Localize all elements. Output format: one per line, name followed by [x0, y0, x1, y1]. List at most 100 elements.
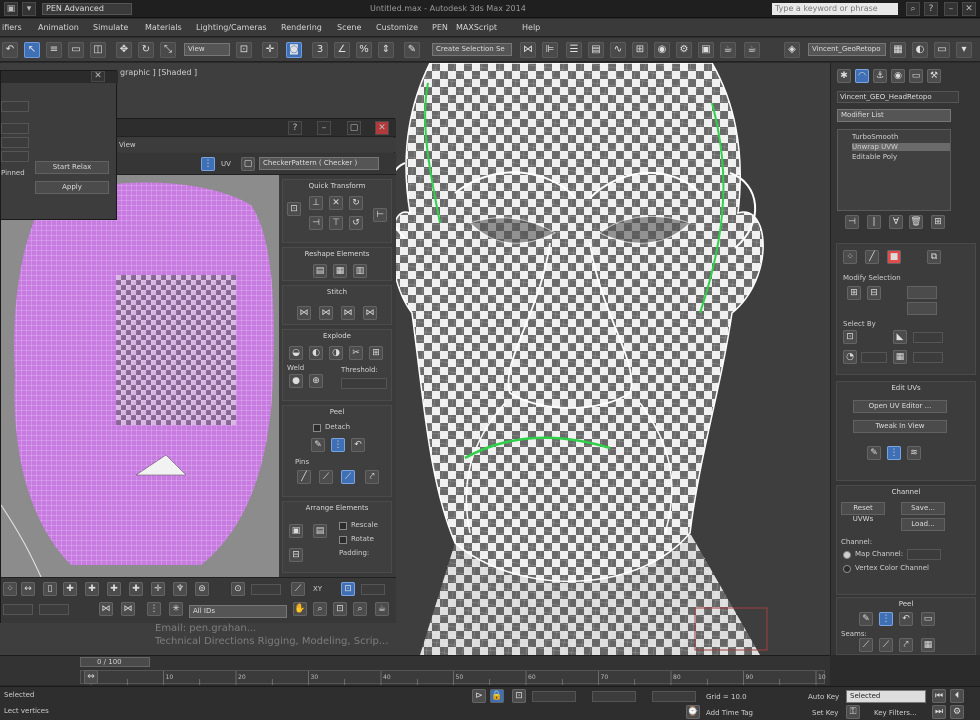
edge-mode-icon[interactable]: ╱ [865, 250, 879, 264]
workspace-dropdown[interactable]: PEN Advanced [42, 3, 132, 15]
window-crossing-icon[interactable]: ◫ [90, 42, 106, 58]
render-icon[interactable]: ☕ [720, 42, 736, 58]
set-key-icon[interactable]: ⚿ [846, 705, 860, 719]
pin-icon[interactable]: ╱ [297, 470, 311, 484]
set-key-button[interactable]: Set Key [812, 709, 838, 717]
container-icon[interactable]: ▦ [890, 42, 906, 58]
material-editor-icon[interactable]: ◉ [654, 42, 670, 58]
create-tab-icon[interactable]: ✱ [837, 69, 851, 83]
layer-manager-icon[interactable]: ☰ [566, 42, 582, 58]
stitch-source-icon[interactable]: ⋈ [297, 306, 311, 320]
keyboard-shortcut-icon[interactable]: ◙ [286, 42, 302, 58]
uv-soft-select-icon[interactable]: ♆ [173, 582, 187, 596]
mirror-icon[interactable]: ⋈ [520, 42, 536, 58]
render-production-icon[interactable]: ☕ [744, 42, 760, 58]
peel-header[interactable]: Peel [837, 598, 975, 610]
stack-item-turbosmooth[interactable]: TurboSmooth [852, 133, 898, 141]
x-coordinate-field[interactable] [532, 691, 576, 702]
vertex-color-radio[interactable] [843, 565, 851, 573]
stitch-target-icon[interactable]: ⋈ [319, 306, 333, 320]
rect-select-icon[interactable]: ▭ [68, 42, 84, 58]
rotate-cw-icon[interactable]: ↻ [349, 196, 363, 210]
stack-item-editable-poly[interactable]: Editable Poly [852, 153, 897, 161]
snap-icon[interactable]: 3 [312, 42, 328, 58]
display-icon[interactable]: ▭ [934, 42, 950, 58]
uv-select-icon[interactable]: ⋮ [147, 602, 161, 616]
peel-header[interactable]: Peel [283, 406, 391, 418]
uv-zoom-region-icon[interactable]: ⊡ [333, 602, 347, 616]
time-config-icon[interactable]: ⚙ [950, 705, 964, 719]
configure-sets-icon[interactable]: ⊞ [931, 215, 945, 229]
stitch-custom-icon[interactable]: ⋈ [363, 306, 377, 320]
flatten-by-smoothing-icon[interactable]: ◐ [309, 346, 323, 360]
edit-uvs-header[interactable]: Edit UVs [837, 382, 975, 394]
space-icon[interactable]: ⊢ [373, 208, 387, 222]
edit-uvs-paint-icon[interactable]: ≋ [907, 446, 921, 460]
search-icon[interactable]: ⌕ [906, 2, 920, 16]
straighten-icon[interactable]: ▤ [313, 264, 327, 278]
key-mode-icon[interactable]: ⏭ [932, 705, 946, 719]
ring-button[interactable] [907, 302, 937, 315]
object-name-input[interactable]: Vincent_GEO_HeadRetopo [837, 91, 959, 103]
uv-face-mode-icon[interactable]: ▯ [43, 582, 57, 596]
uv-u-field[interactable] [3, 604, 33, 615]
uv-ring-icon[interactable]: ✛ [151, 582, 165, 596]
align-y-icon[interactable]: ⊤ [329, 216, 343, 230]
select-by-angle-icon[interactable]: ◣ [893, 330, 907, 344]
channel-header[interactable]: Channel [837, 486, 975, 498]
menu-scene[interactable]: Scene [337, 23, 361, 32]
make-unique-icon[interactable]: ∀ [889, 215, 903, 229]
remove-modifier-icon[interactable]: 🗑 [909, 215, 923, 229]
relax-close-icon[interactable]: ✕ [91, 71, 105, 82]
rotate-ccw-icon[interactable]: ↺ [349, 216, 363, 230]
detach-checkbox[interactable] [313, 424, 321, 432]
select-by-name-icon[interactable]: ≡ [46, 42, 62, 58]
minimize-icon[interactable]: – [944, 2, 958, 16]
align-x-icon[interactable]: ⊣ [309, 216, 323, 230]
open-uv-editor-button[interactable]: Open UV Editor ... [853, 400, 947, 413]
utilities-tab-icon[interactable]: ⚒ [927, 69, 941, 83]
threshold-field[interactable] [341, 378, 387, 389]
plane-field[interactable] [861, 352, 887, 363]
select-overlap-icon[interactable]: ▦ [893, 350, 907, 364]
menu-animation[interactable]: Animation [38, 23, 79, 32]
relax-by-icon[interactable]: ▥ [353, 264, 367, 278]
seam-expand-icon[interactable]: ⤤ [899, 638, 913, 652]
uv-vertex-mode-icon[interactable]: ⁘ [3, 582, 17, 596]
reshape-header[interactable]: Reshape Elements [283, 248, 391, 260]
uv-loop-icon[interactable]: ✚ [129, 582, 143, 596]
pin-stack-icon[interactable]: ⊣ [845, 215, 859, 229]
overlap-field[interactable] [913, 352, 943, 363]
move-icon[interactable]: ✥ [116, 42, 132, 58]
stitch-header[interactable]: Stitch [283, 286, 391, 298]
quick-transform-header[interactable]: Quick Transform [283, 180, 391, 192]
uv-angle-field[interactable] [251, 584, 281, 595]
show-end-result-icon[interactable]: | [867, 215, 881, 229]
uv-absolute-icon[interactable]: ⟋ [291, 582, 305, 596]
menu-help[interactable]: Help [522, 23, 540, 32]
render-setup-icon[interactable]: ⚙ [676, 42, 692, 58]
go-start-icon[interactable]: ⏮ [932, 689, 946, 703]
seam-convert-icon[interactable]: ▦ [921, 638, 935, 652]
relax-stretch-field[interactable] [1, 151, 29, 162]
angle-field[interactable] [913, 332, 943, 343]
stack-item-unwrap[interactable]: Unwrap UVW [852, 143, 950, 151]
peel-mode-icon[interactable]: ⋮ [331, 438, 345, 452]
uv-render-icon[interactable]: ☕ [375, 602, 389, 616]
prev-frame-icon[interactable]: ⏴ [950, 689, 964, 703]
align-horizontal-icon[interactable]: ✕ [329, 196, 343, 210]
quick-peel-icon[interactable]: ✎ [311, 438, 325, 452]
y-coordinate-field[interactable] [592, 691, 636, 702]
track-bar[interactable]: 0102030405060708090100 [80, 670, 830, 685]
named-selection-icon[interactable]: ✎ [404, 42, 420, 58]
select-by-element-icon[interactable]: ⊡ [843, 330, 857, 344]
app-menu-icon[interactable]: ▣ [4, 2, 18, 16]
uv-shrink-icon[interactable]: ✚ [107, 582, 121, 596]
edit-uvs-move-icon[interactable]: ⋮ [887, 446, 901, 460]
uv-snap-icon[interactable]: ⊡ [341, 582, 355, 596]
toggle-ribbon-icon[interactable]: ▾ [956, 42, 972, 58]
arrange-header[interactable]: Arrange Elements [283, 502, 391, 514]
weld-target-icon[interactable]: ⊕ [309, 374, 323, 388]
pivot-icon[interactable]: ⊡ [236, 42, 252, 58]
absolute-mode-icon[interactable]: 🔒 [490, 689, 504, 703]
